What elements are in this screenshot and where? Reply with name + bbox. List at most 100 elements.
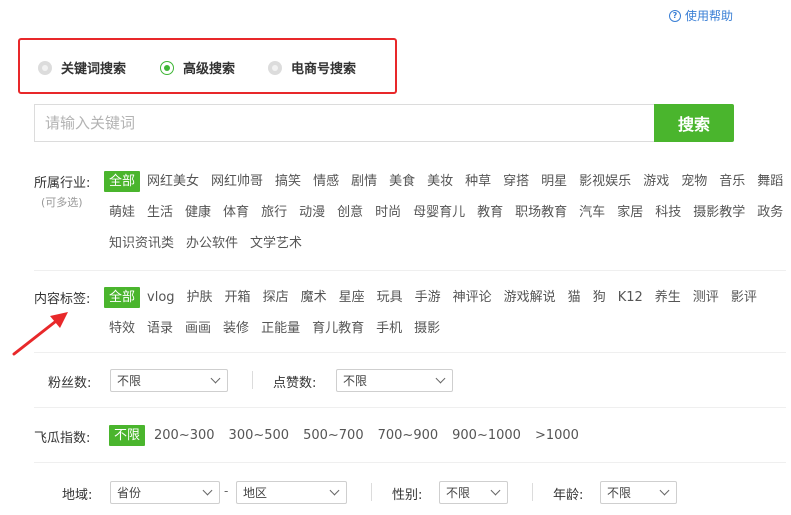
divider: [34, 270, 786, 271]
likes-value: 不限: [343, 374, 368, 388]
content-tag[interactable]: 摄影: [409, 318, 445, 339]
gender-value: 不限: [446, 486, 471, 500]
industry-tag[interactable]: 网红帅哥: [206, 171, 268, 192]
radio-unchecked-icon: [38, 60, 52, 75]
industry-tag[interactable]: 体育: [218, 202, 254, 223]
district-value: 地区: [243, 486, 268, 500]
industry-tag[interactable]: 母婴育儿: [408, 202, 470, 223]
content-tag[interactable]: 画画: [180, 318, 216, 339]
feigua-index-option[interactable]: 900~1000: [447, 425, 526, 446]
industry-tag-list: 全部 网红美女 网红帅哥 搞笑 情感 剧情 美食 美妆 种草 穿搭 明星 影视娱乐 游戏 宠物 音乐 舞蹈萌娃…: [104, 171, 791, 264]
annotation-arrow-icon: [12, 312, 68, 356]
industry-tag[interactable]: 办公软件: [181, 233, 243, 254]
content-tag[interactable]: 测评: [688, 287, 724, 308]
content-tag[interactable]: 游戏解说: [499, 287, 561, 308]
help-link[interactable]: ? 使用帮助: [669, 7, 733, 24]
content-tag[interactable]: 护肤: [182, 287, 218, 308]
industry-tag[interactable]: 时尚: [370, 202, 406, 223]
industry-tag[interactable]: 健康: [180, 202, 216, 223]
industry-tag[interactable]: 宠物: [676, 171, 712, 192]
chevron-down-icon: [435, 373, 446, 384]
industry-tag[interactable]: 家居: [612, 202, 648, 223]
content-tag[interactable]: 手机: [371, 318, 407, 339]
feigua-index-option[interactable]: 300~500: [224, 425, 295, 446]
feigua-index-option[interactable]: 500~700: [298, 425, 369, 446]
industry-tag[interactable]: 动漫: [294, 202, 330, 223]
content-tag[interactable]: 育儿教育: [307, 318, 369, 339]
content-tag[interactable]: 语录: [142, 318, 178, 339]
industry-tag[interactable]: 教育: [472, 202, 508, 223]
industry-tag[interactable]: 旅行: [256, 202, 292, 223]
industry-tag[interactable]: 音乐: [714, 171, 750, 192]
content-tag[interactable]: K12: [613, 287, 648, 308]
industry-tag[interactable]: 萌娃: [104, 202, 140, 223]
industry-tag[interactable]: 搞笑: [270, 171, 306, 192]
content-tag[interactable]: 正能量: [256, 318, 305, 339]
feigua-index-option[interactable]: 700~900: [373, 425, 444, 446]
question-icon: ?: [669, 9, 681, 22]
feigua-index-option[interactable]: 不限: [109, 425, 146, 446]
radio-advanced-search[interactable]: 高级搜索: [160, 58, 235, 77]
industry-tag[interactable]: 剧情: [346, 171, 382, 192]
industry-tag[interactable]: 科技: [650, 202, 686, 223]
likes-select[interactable]: 不限: [336, 369, 453, 392]
content-tag[interactable]: 开箱: [220, 287, 256, 308]
radio-label: 电商号搜索: [291, 62, 357, 77]
industry-tag[interactable]: 政务: [752, 202, 788, 223]
gender-select[interactable]: 不限: [439, 481, 508, 504]
content-tag[interactable]: 手游: [410, 287, 446, 308]
industry-tag[interactable]: 摄影教学: [688, 202, 750, 223]
industry-tag[interactable]: 美食: [384, 171, 420, 192]
feigua-index-option[interactable]: >1000: [530, 425, 584, 446]
industry-tag[interactable]: 全部: [104, 171, 141, 192]
content-tag[interactable]: 探店: [258, 287, 294, 308]
radio-keyword-search[interactable]: 关键词搜索: [38, 58, 126, 77]
content-tag[interactable]: 玩具: [372, 287, 408, 308]
industry-tag[interactable]: 生活: [142, 202, 178, 223]
content-tag-list: 全部 vlog 护肤 开箱 探店 魔术 星座 玩具 手游 神评论 游戏解说猫狗 K12 养生 测评 影评特效…: [104, 287, 784, 349]
industry-tag[interactable]: 网红美女: [142, 171, 204, 192]
chevron-down-icon: [329, 485, 340, 496]
radio-checked-icon: [160, 60, 174, 75]
content-tag[interactable]: 魔术: [296, 287, 332, 308]
industry-tag[interactable]: 职场教育: [510, 202, 572, 223]
industry-tag[interactable]: 游戏: [638, 171, 674, 192]
industry-tag[interactable]: 美妆: [422, 171, 458, 192]
industry-tag[interactable]: 影视娱乐: [574, 171, 636, 192]
district-select[interactable]: 地区: [236, 481, 347, 504]
content-tag[interactable]: 狗: [588, 287, 611, 308]
search-input[interactable]: [34, 104, 654, 142]
content-tag[interactable]: 养生: [650, 287, 686, 308]
province-select[interactable]: 省份: [110, 481, 220, 504]
content-tag[interactable]: 神评论: [448, 287, 497, 308]
gender-label: 性别:: [392, 488, 423, 503]
industry-tag[interactable]: 文学艺术: [245, 233, 307, 254]
divider: [34, 407, 786, 408]
content-tag[interactable]: 影评: [726, 287, 762, 308]
feigua-index-label: 飞瓜指数:: [34, 431, 91, 446]
industry-tag[interactable]: 汽车: [574, 202, 610, 223]
industry-tag[interactable]: 情感: [308, 171, 344, 192]
content-tag[interactable]: vlog: [142, 287, 180, 308]
divider: [34, 462, 786, 463]
content-tag[interactable]: 猫: [563, 287, 586, 308]
industry-tag[interactable]: 舞蹈: [752, 171, 788, 192]
fans-select[interactable]: 不限: [110, 369, 228, 392]
content-tag[interactable]: 星座: [334, 287, 370, 308]
content-tag[interactable]: 特效: [104, 318, 140, 339]
industry-hint: (可多选): [41, 196, 83, 209]
industry-tag[interactable]: 创意: [332, 202, 368, 223]
likes-label: 点赞数:: [273, 376, 317, 391]
content-tag[interactable]: 全部: [104, 287, 141, 308]
industry-tag[interactable]: 种草: [460, 171, 496, 192]
industry-tag[interactable]: 明星: [536, 171, 572, 192]
region-separator: -: [224, 484, 229, 498]
content-tag[interactable]: 装修: [218, 318, 254, 339]
industry-tag[interactable]: 知识资讯类: [104, 233, 179, 254]
feigua-index-option[interactable]: 200~300: [149, 425, 220, 446]
search-button[interactable]: 搜索: [654, 104, 734, 142]
industry-tag[interactable]: 穿搭: [498, 171, 534, 192]
radio-ecommerce-search[interactable]: 电商号搜索: [268, 58, 356, 77]
age-select[interactable]: 不限: [600, 481, 677, 504]
region-label: 地域:: [62, 488, 93, 503]
